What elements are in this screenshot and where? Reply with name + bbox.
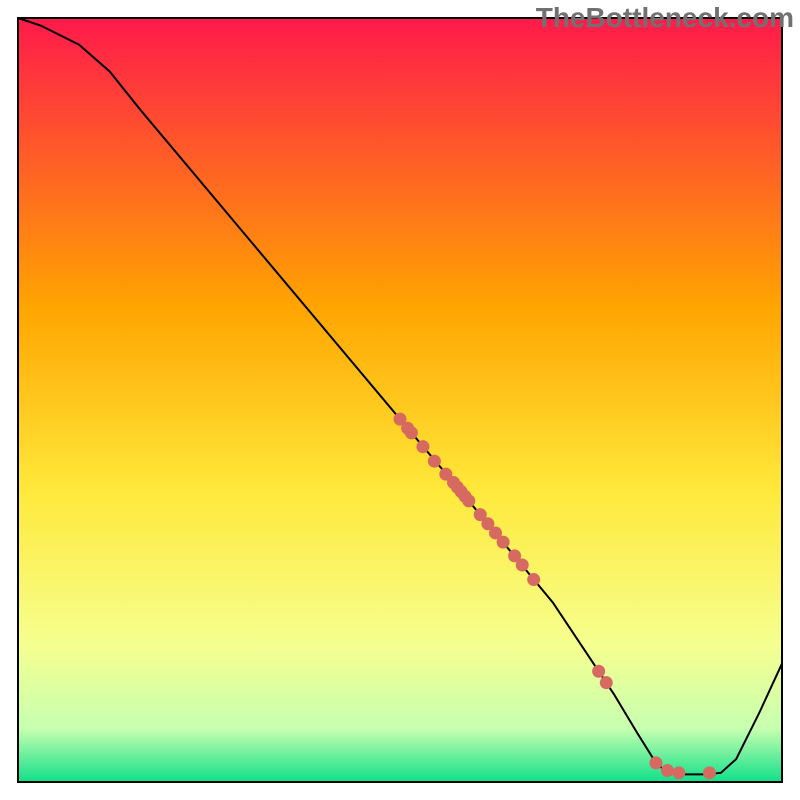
data-point bbox=[649, 756, 662, 769]
data-point bbox=[527, 573, 540, 586]
chart-container: TheBottleneck.com bbox=[0, 0, 800, 800]
data-point bbox=[672, 766, 685, 779]
data-point bbox=[592, 665, 605, 678]
data-point bbox=[703, 766, 716, 779]
data-point bbox=[516, 559, 529, 572]
bottleneck-chart bbox=[0, 0, 800, 800]
plot-background bbox=[18, 18, 782, 782]
data-point bbox=[661, 764, 674, 777]
data-point bbox=[416, 440, 429, 453]
data-point bbox=[462, 494, 475, 507]
data-point bbox=[600, 676, 613, 689]
data-point bbox=[497, 536, 510, 549]
data-point bbox=[405, 426, 418, 439]
data-point bbox=[428, 455, 441, 468]
